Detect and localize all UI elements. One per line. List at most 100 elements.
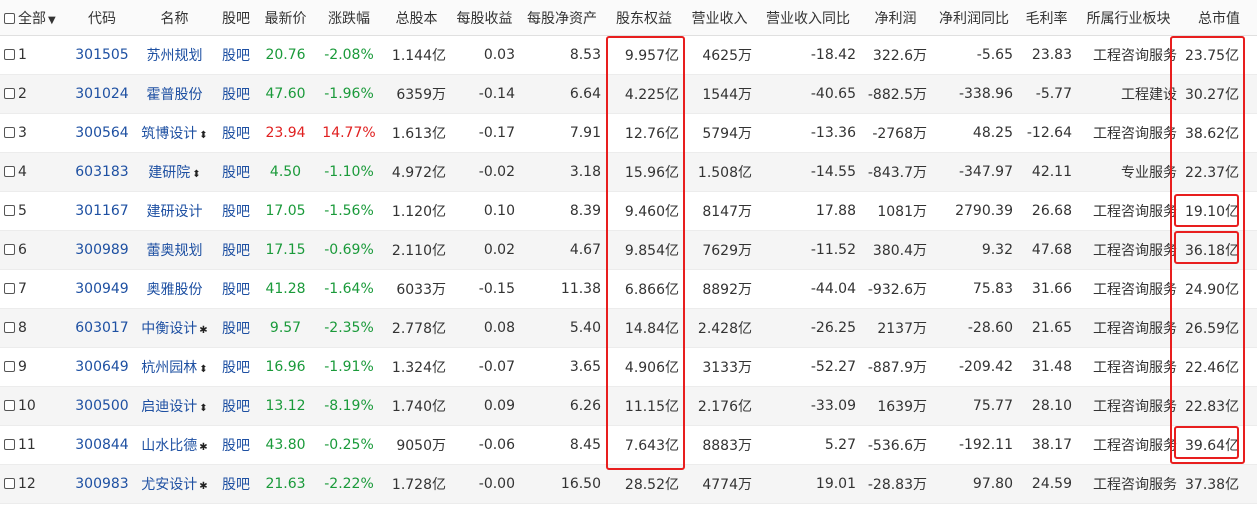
guba-link[interactable]: 股吧	[216, 464, 256, 504]
col-header-navps[interactable]: 每股净资产	[519, 0, 605, 36]
stock-code-link[interactable]: 603017	[71, 308, 133, 348]
guba-link[interactable]: 股吧	[216, 308, 256, 348]
table-row[interactable]: 4 603183 建研院 ⬍ 股吧 4.50 -1.10% 4.972亿 -0.02 3.18 15…	[0, 152, 1257, 192]
col-header-total-shares[interactable]: 总股本	[383, 0, 450, 36]
col-header-revenue[interactable]: 营业收入	[683, 0, 756, 36]
col-header-name[interactable]: 名称	[133, 0, 216, 36]
table-row[interactable]: 2 301024 霍普股份 股吧 47.60 -1.96% 6359万 -0.14 6.64 4.…	[0, 74, 1257, 114]
stock-name-text[interactable]: 启迪设计	[141, 399, 197, 415]
stock-name-text[interactable]: 霍普股份	[147, 87, 203, 103]
row-checkbox[interactable]	[4, 205, 15, 216]
stock-name-link[interactable]: 中衡设计 ✱	[133, 308, 216, 348]
table-row[interactable]: 12 300983 尤安设计 ✱ 股吧 21.63 -2.22% 1.728亿 -0.00 16.…	[0, 464, 1257, 504]
table-row[interactable]: 1 301505 苏州规划 股吧 20.76 -2.08% 1.144亿 0.03 8.53 9.…	[0, 35, 1257, 75]
guba-link[interactable]: 股吧	[216, 152, 256, 192]
col-header-equity[interactable]: 股东权益	[605, 0, 683, 36]
select-all-header[interactable]: 全部 ▼	[0, 0, 71, 36]
stock-name-link[interactable]: 杭州园林 ⬍	[133, 347, 216, 387]
table-row[interactable]: 3 300564 筑博设计 ⬍ 股吧 23.94 14.77% 1.613亿 -0.17 7.91…	[0, 113, 1257, 153]
row-checkbox[interactable]	[4, 283, 15, 294]
stock-code-link[interactable]: 300989	[71, 230, 133, 270]
col-header-net-profit[interactable]: 净利润	[860, 0, 931, 36]
stock-name-text[interactable]: 建研设计	[147, 204, 203, 220]
stock-name-text[interactable]: 筑博设计	[141, 126, 197, 142]
select-all-checkbox[interactable]	[4, 12, 15, 24]
guba-link[interactable]: 股吧	[216, 347, 256, 387]
total-shares-cell: 6359万	[383, 74, 450, 114]
guba-link[interactable]: 股吧	[216, 386, 256, 426]
guba-link[interactable]: 股吧	[216, 35, 256, 75]
stock-name-text[interactable]: 尤安设计	[141, 477, 197, 493]
stock-code-link[interactable]: 301505	[71, 35, 133, 75]
stock-name-link[interactable]: 建研院 ⬍	[133, 152, 216, 192]
stock-name-link[interactable]: 建研设计	[133, 191, 216, 231]
guba-link[interactable]: 股吧	[216, 191, 256, 231]
col-header-net-profit-yoy[interactable]: 净利润同比	[931, 0, 1017, 36]
stock-name-text[interactable]: 建研院	[148, 165, 190, 181]
table-row[interactable]: 10 300500 启迪设计 ⬍ 股吧 13.12 -8.19% 1.740亿 0.09 6.26…	[0, 386, 1257, 426]
table-row[interactable]: 11 300844 山水比德 ✱ 股吧 43.80 -0.25% 9050万 -0.06 8.45…	[0, 425, 1257, 465]
stock-code-link[interactable]: 301024	[71, 74, 133, 114]
stock-marker-icon: ⬍	[199, 403, 208, 414]
stock-name-text[interactable]: 中衡设计	[141, 321, 197, 337]
market-cap-cell: 22.37亿	[1181, 152, 1257, 192]
table-row[interactable]: 9 300649 杭州园林 ⬍ 股吧 16.96 -1.91% 1.324亿 -0.07 3.65…	[0, 347, 1257, 387]
dropdown-triangle-icon[interactable]: ▼	[48, 15, 56, 26]
change-cell: -2.08%	[315, 35, 383, 75]
stock-name-link[interactable]: 尤安设计 ✱	[133, 464, 216, 504]
table-row[interactable]: 6 300989 蕾奥规划 股吧 17.15 -0.69% 2.110亿 0.02 4.67 9.…	[0, 230, 1257, 270]
col-header-eps[interactable]: 每股收益	[450, 0, 519, 36]
row-checkbox[interactable]	[4, 439, 15, 450]
col-header-market-cap[interactable]: 总市值	[1181, 0, 1257, 36]
stock-name-link[interactable]: 启迪设计 ⬍	[133, 386, 216, 426]
row-checkbox[interactable]	[4, 49, 15, 60]
stock-name-link[interactable]: 蕾奥规划	[133, 230, 216, 270]
stock-code-link[interactable]: 300983	[71, 464, 133, 504]
row-checkbox[interactable]	[4, 322, 15, 333]
stock-name-link[interactable]: 筑博设计 ⬍	[133, 113, 216, 153]
eps-cell: -0.14	[450, 74, 519, 114]
table-row[interactable]: 8 603017 中衡设计 ✱ 股吧 9.57 -2.35% 2.778亿 0.08 5.40 14…	[0, 308, 1257, 348]
stock-name-text[interactable]: 山水比德	[141, 438, 197, 454]
stock-code-link[interactable]: 300844	[71, 425, 133, 465]
row-checkbox[interactable]	[4, 478, 15, 489]
stock-name-text[interactable]: 蕾奥规划	[147, 243, 203, 259]
stock-name-text[interactable]: 杭州园林	[141, 360, 197, 376]
stock-name-link[interactable]: 霍普股份	[133, 74, 216, 114]
row-checkbox[interactable]	[4, 166, 15, 177]
stock-name-link[interactable]: 苏州规划	[133, 35, 216, 75]
col-header-price[interactable]: 最新价	[256, 0, 315, 36]
row-checkbox[interactable]	[4, 127, 15, 138]
stock-code-link[interactable]: 300500	[71, 386, 133, 426]
stock-name-text[interactable]: 苏州规划	[147, 48, 203, 64]
stock-code-link[interactable]: 300949	[71, 269, 133, 309]
table-row[interactable]: 7 300949 奥雅股份 股吧 41.28 -1.64% 6033万 -0.15 11.38 6…	[0, 269, 1257, 309]
net-profit-yoy-cell: -192.11	[931, 425, 1017, 465]
stock-name-link[interactable]: 奥雅股份	[133, 269, 216, 309]
row-checkbox[interactable]	[4, 244, 15, 255]
stock-code-link[interactable]: 603183	[71, 152, 133, 192]
market-cap-cell: 39.64亿	[1181, 425, 1257, 465]
stock-name-link[interactable]: 山水比德 ✱	[133, 425, 216, 465]
stock-code-link[interactable]: 301167	[71, 191, 133, 231]
stock-code-link[interactable]: 300649	[71, 347, 133, 387]
guba-link[interactable]: 股吧	[216, 74, 256, 114]
col-header-change[interactable]: 涨跌幅	[315, 0, 383, 36]
row-checkbox[interactable]	[4, 361, 15, 372]
revenue-cell: 7629万	[683, 230, 756, 270]
gross-margin-cell: 24.59	[1017, 464, 1076, 504]
row-checkbox[interactable]	[4, 400, 15, 411]
guba-link[interactable]: 股吧	[216, 113, 256, 153]
table-row[interactable]: 5 301167 建研设计 股吧 17.05 -1.56% 1.120亿 0.10 8.39 9.…	[0, 191, 1257, 231]
revenue-yoy-cell: -18.42	[756, 35, 860, 75]
col-header-code[interactable]: 代码	[71, 0, 133, 36]
gross-margin-cell: 42.11	[1017, 152, 1076, 192]
guba-link[interactable]: 股吧	[216, 230, 256, 270]
guba-link[interactable]: 股吧	[216, 425, 256, 465]
row-checkbox[interactable]	[4, 88, 15, 99]
col-header-revenue-yoy[interactable]: 营业收入同比	[756, 0, 860, 36]
stock-name-text[interactable]: 奥雅股份	[147, 282, 203, 298]
guba-link[interactable]: 股吧	[216, 269, 256, 309]
col-header-gross-margin[interactable]: 毛利率	[1017, 0, 1076, 36]
stock-code-link[interactable]: 300564	[71, 113, 133, 153]
